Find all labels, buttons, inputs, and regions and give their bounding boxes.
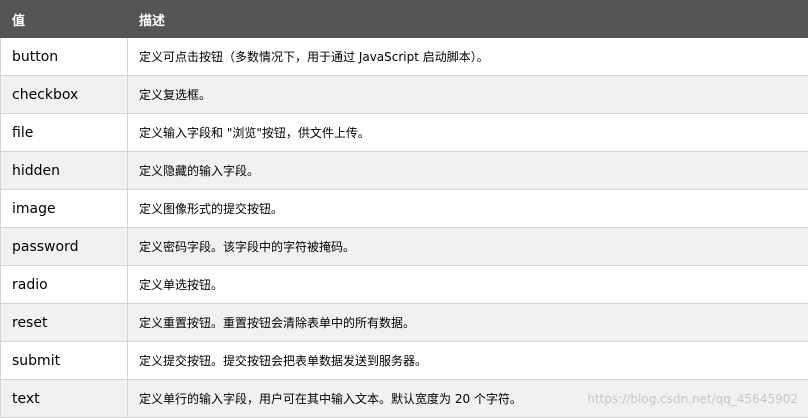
header-description: 描述 — [127, 0, 808, 38]
row-value: radio — [0, 265, 128, 304]
row-value: hidden — [0, 151, 128, 190]
table-row: image 定义图像形式的提交按钮。 — [0, 189, 808, 228]
table-row: file 定义输入字段和 "浏览"按钮，供文件上传。 — [0, 113, 808, 152]
row-description: 定义输入字段和 "浏览"按钮，供文件上传。 — [127, 113, 808, 152]
table-row: checkbox 定义复选框。 — [0, 75, 808, 114]
table-body: button 定义可点击按钮（多数情况下，用于通过 JavaScript 启动脚… — [0, 37, 808, 418]
row-value: image — [0, 189, 128, 228]
row-description: 定义图像形式的提交按钮。 — [127, 189, 808, 228]
row-value: password — [0, 227, 128, 266]
row-value: reset — [0, 303, 128, 342]
row-value: file — [0, 113, 128, 152]
row-description: 定义提交按钮。提交按钮会把表单数据发送到服务器。 — [127, 341, 808, 380]
row-description: 定义单行的输入字段，用户可在其中输入文本。默认宽度为 20 个字符。 — [127, 379, 808, 418]
row-description: 定义隐藏的输入字段。 — [127, 151, 808, 190]
header-value: 值 — [0, 0, 128, 38]
table-row: text 定义单行的输入字段，用户可在其中输入文本。默认宽度为 20 个字符。 — [0, 379, 808, 418]
page: 值 描述 button 定义可点击按钮（多数情况下，用于通过 JavaScrip… — [0, 0, 808, 418]
row-value: button — [0, 37, 128, 76]
row-description: 定义复选框。 — [127, 75, 808, 114]
row-value: checkbox — [0, 75, 128, 114]
table-row: reset 定义重置按钮。重置按钮会清除表单中的所有数据。 — [0, 303, 808, 342]
row-description: 定义可点击按钮（多数情况下，用于通过 JavaScript 启动脚本）。 — [127, 37, 808, 76]
table-row: submit 定义提交按钮。提交按钮会把表单数据发送到服务器。 — [0, 341, 808, 380]
row-value: text — [0, 379, 128, 418]
table-row: radio 定义单选按钮。 — [0, 265, 808, 304]
input-type-table: 值 描述 button 定义可点击按钮（多数情况下，用于通过 JavaScrip… — [0, 0, 808, 418]
row-description: 定义密码字段。该字段中的字符被掩码。 — [127, 227, 808, 266]
row-description: 定义重置按钮。重置按钮会清除表单中的所有数据。 — [127, 303, 808, 342]
header-row: 值 描述 — [0, 0, 808, 38]
row-value: submit — [0, 341, 128, 380]
row-description: 定义单选按钮。 — [127, 265, 808, 304]
table-row: password 定义密码字段。该字段中的字符被掩码。 — [0, 227, 808, 266]
table-row: button 定义可点击按钮（多数情况下，用于通过 JavaScript 启动脚… — [0, 37, 808, 76]
table-header: 值 描述 — [0, 0, 808, 38]
table-row: hidden 定义隐藏的输入字段。 — [0, 151, 808, 190]
